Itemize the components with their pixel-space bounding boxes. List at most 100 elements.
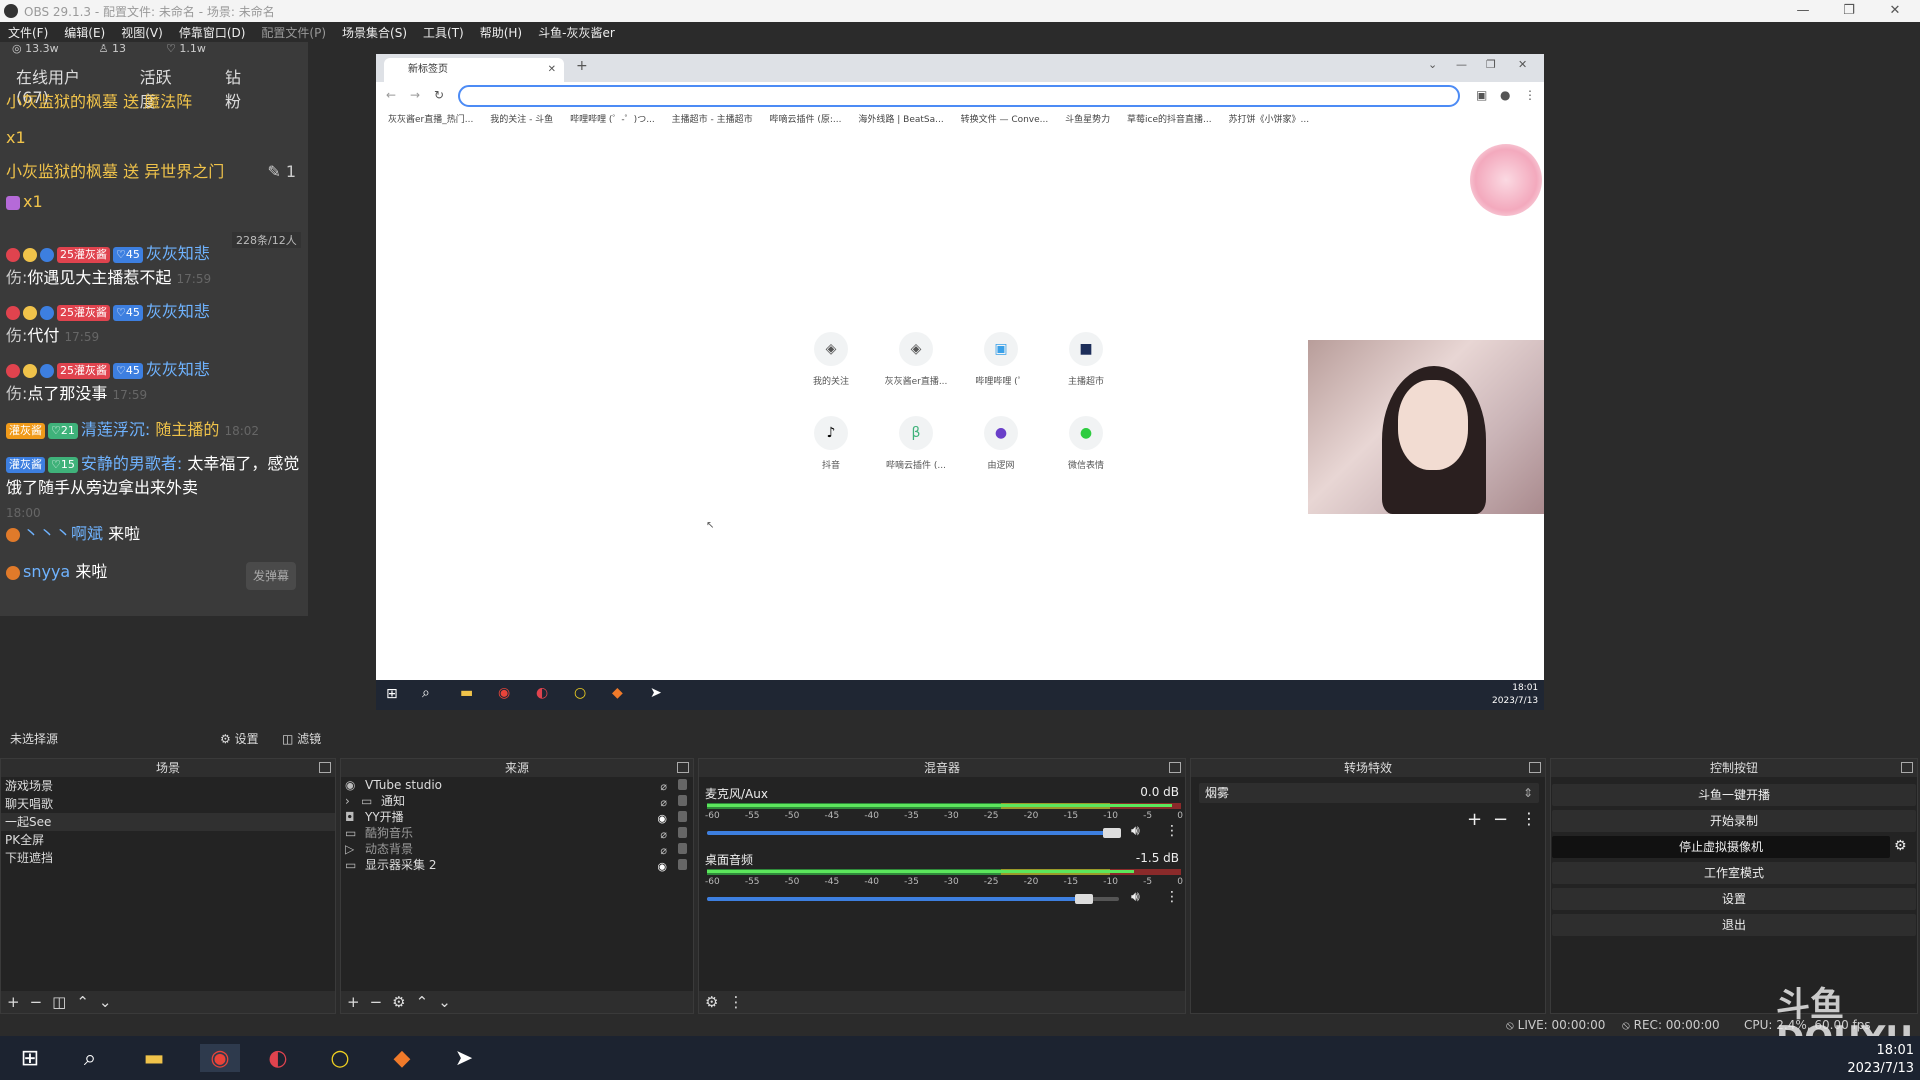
volume-slider[interactable]: [707, 897, 1087, 901]
lock-icon[interactable]: [678, 859, 687, 870]
gear-icon[interactable]: ⚙: [392, 993, 405, 1011]
minimize-button[interactable]: —: [1780, 0, 1826, 22]
mixer-menu-icon[interactable]: ⋮: [728, 993, 743, 1011]
add-icon[interactable]: +: [7, 993, 20, 1011]
scene-item[interactable]: 聊天唱歌: [1, 795, 335, 813]
back-icon[interactable]: ←: [386, 88, 396, 102]
speaker-icon[interactable]: 🔊︎: [1131, 889, 1140, 905]
undock-icon[interactable]: [1901, 762, 1913, 773]
tab-search-icon[interactable]: ⌄: [1428, 58, 1437, 71]
send-danmaku-button[interactable]: 发弹幕: [246, 562, 296, 590]
menu-docks[interactable]: 停靠窗口(D): [179, 24, 246, 41]
browser-tab[interactable]: 新标签页 ✕: [384, 58, 564, 82]
volume-slider[interactable]: [707, 831, 1119, 835]
source-item[interactable]: ▭ 酷狗音乐 ⌀: [341, 825, 693, 841]
studio-mode-button[interactable]: 工作室模式: [1552, 862, 1916, 884]
shortcut-tile[interactable]: ● 由逻网: [966, 416, 1036, 471]
shortcut-tile[interactable]: ◈ 灰灰酱er直播...: [881, 332, 951, 387]
profile-icon[interactable]: ●: [1500, 88, 1510, 102]
shortcut-tile[interactable]: ▣ 哔哩哔哩 (゜: [966, 332, 1036, 387]
shortcut-tile[interactable]: β 哔嘀云插件 (...: [881, 416, 951, 471]
system-clock[interactable]: 18:01 2023/7/13: [1830, 1042, 1914, 1078]
menu-edit[interactable]: 编辑(E): [64, 24, 105, 41]
lock-icon[interactable]: [678, 811, 687, 822]
bookmark-item[interactable]: 苏打饼《小饼家》...: [1228, 115, 1309, 125]
windows-start-icon[interactable]: ⊞: [16, 1044, 44, 1072]
bookmark-item[interactable]: 灰灰酱er直播_热门...: [388, 115, 473, 125]
menu-tools[interactable]: 工具(T): [423, 24, 464, 41]
file-explorer-icon[interactable]: ▬: [140, 1044, 168, 1072]
menu-douyu[interactable]: 斗鱼-灰灰酱er: [538, 24, 615, 41]
address-bar[interactable]: [458, 85, 1460, 107]
scene-item[interactable]: PK全屏: [1, 831, 335, 849]
source-item[interactable]: ◉ VTube studio ⌀: [341, 777, 693, 793]
bookmark-item[interactable]: 海外线路 | BeatSa...: [858, 115, 943, 125]
source-settings-button[interactable]: ⚙ 设置: [220, 730, 259, 747]
scene-item[interactable]: 游戏场景: [1, 777, 335, 795]
scene-item-selected[interactable]: 一起See: [1, 813, 335, 831]
menu-file[interactable]: 文件(F): [8, 24, 48, 41]
preview-canvas[interactable]: 新标签页 ✕ + ⌄ — ❐ ✕ ← → ↻ ▣ ● ⋮ 灰灰酱er直播_热门..…: [376, 54, 1544, 710]
move-up-icon[interactable]: ⌃: [416, 993, 429, 1011]
chrome-icon[interactable]: ◉: [200, 1044, 240, 1072]
lock-icon[interactable]: [678, 795, 687, 806]
bookmark-item[interactable]: 主播超市 - 主播超市: [672, 115, 753, 125]
volume-slider-knob[interactable]: [1103, 828, 1121, 838]
restore-button[interactable]: ❐: [1826, 0, 1872, 22]
lock-icon[interactable]: [678, 843, 687, 854]
extensions-icon[interactable]: ▣: [1476, 88, 1487, 102]
remove-transition-icon[interactable]: −: [1493, 809, 1508, 830]
close-tab-icon[interactable]: ✕: [548, 58, 556, 82]
menu-scene-collection[interactable]: 场景集合(S): [342, 24, 407, 41]
bookmark-item[interactable]: 草莓ice的抖音直播...: [1127, 115, 1212, 125]
virtual-camera-gear-icon[interactable]: ⚙: [1894, 838, 1907, 854]
lock-icon[interactable]: [678, 779, 687, 790]
menu-help[interactable]: 帮助(H): [480, 24, 522, 41]
search-icon[interactable]: ⌕: [76, 1044, 104, 1072]
move-down-icon[interactable]: ⌄: [99, 993, 112, 1011]
bookmark-item[interactable]: 哔哩哔哩 (゜-゜)つ...: [570, 115, 655, 125]
speaker-icon[interactable]: 🔊︎: [1131, 823, 1140, 839]
source-item[interactable]: ▷ 动态背景 ⌀: [341, 841, 693, 857]
undock-icon[interactable]: [319, 762, 331, 773]
transition-menu-icon[interactable]: ⋮: [1521, 809, 1537, 828]
undock-icon[interactable]: [1169, 762, 1181, 773]
settings-button[interactable]: 设置: [1552, 888, 1916, 910]
bookmark-item[interactable]: 斗鱼星势力: [1065, 115, 1110, 125]
bookmark-item[interactable]: 哔嘀云插件 (原:...: [770, 115, 842, 125]
douyu-start-stream-button[interactable]: 斗鱼一键开播: [1552, 784, 1916, 806]
app-icon[interactable]: ➤: [450, 1044, 478, 1072]
bookmark-item[interactable]: 转换文件 — Conve...: [961, 115, 1049, 125]
shortcut-tile[interactable]: ♪ 抖音: [796, 416, 866, 471]
scene-item[interactable]: 下班遮挡: [1, 849, 335, 867]
browser-restore-icon[interactable]: ❐: [1486, 58, 1496, 71]
shortcut-tile[interactable]: ■ 主播超市: [1051, 332, 1121, 387]
remove-icon[interactable]: −: [30, 993, 43, 1011]
new-tab-icon[interactable]: +: [576, 58, 588, 74]
douyu-icon[interactable]: ◆: [388, 1044, 416, 1072]
channel-menu-icon[interactable]: ⋮: [1165, 823, 1179, 839]
stop-virtual-camera-button[interactable]: 停止虚拟摄像机: [1552, 836, 1890, 858]
forward-icon[interactable]: →: [410, 88, 420, 102]
visibility-icon[interactable]: ◉: [657, 859, 667, 875]
reload-icon[interactable]: ↻: [434, 88, 444, 102]
expand-icon[interactable]: ›: [345, 793, 350, 809]
add-icon[interactable]: +: [347, 993, 360, 1011]
source-group[interactable]: › ▭ 通知 ⌀: [341, 793, 693, 809]
browser-close-icon[interactable]: ✕: [1518, 58, 1527, 71]
browser-menu-icon[interactable]: ⋮: [1524, 88, 1536, 102]
shortcut-tile[interactable]: ◈ 我的关注: [796, 332, 866, 387]
source-item[interactable]: ▭ 显示器采集 2 ◉: [341, 857, 693, 873]
source-item[interactable]: ◘ YY开播 ◉: [341, 809, 693, 825]
app-icon[interactable]: ◐: [264, 1044, 292, 1072]
move-down-icon[interactable]: ⌄: [438, 993, 451, 1011]
transition-select[interactable]: 烟雾 ⇕: [1199, 783, 1539, 803]
menu-view[interactable]: 视图(V): [121, 24, 163, 41]
shortcut-tile[interactable]: ● 微信表情: [1051, 416, 1121, 471]
bookmark-item[interactable]: 我的关注 - 斗鱼: [490, 115, 553, 125]
advanced-audio-icon[interactable]: ⚙: [705, 993, 718, 1011]
undock-icon[interactable]: [1529, 762, 1541, 773]
add-transition-icon[interactable]: +: [1467, 809, 1482, 830]
menu-profile[interactable]: 配置文件(P): [261, 24, 326, 41]
source-filters-button[interactable]: ◫ 滤镜: [282, 730, 321, 747]
